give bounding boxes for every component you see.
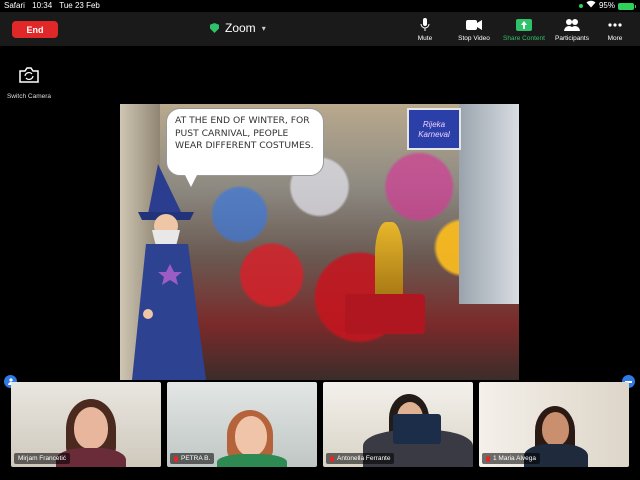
back-to-app-link[interactable]: Safari: [4, 1, 25, 10]
video-camera-icon: [449, 18, 499, 32]
participant-name: Mirjam Francetić: [14, 453, 71, 464]
battery-icon: [618, 2, 636, 10]
carnival-banner: Rijeka Karneval: [407, 108, 461, 150]
phone-in-hand: [393, 414, 441, 444]
golden-float: [375, 222, 403, 302]
participant-tile[interactable]: PETRA B.: [167, 382, 317, 467]
participant-name: Antonella Ferrante: [326, 453, 395, 464]
meeting-toolbar: End Zoom ▾ Mute Stop Video Share Content…: [0, 12, 640, 46]
wifi-icon: [586, 0, 596, 12]
more-label: More: [607, 35, 623, 42]
participant-tile[interactable]: Antonella Ferrante: [323, 382, 473, 467]
share-content-button[interactable]: Share Content: [499, 18, 549, 42]
muted-mic-icon: [174, 455, 178, 462]
muted-mic-icon: [330, 455, 334, 462]
stop-video-button[interactable]: Stop Video: [449, 18, 499, 42]
status-date: Tue 23 Feb: [59, 1, 100, 10]
microphone-icon: [400, 18, 450, 32]
speech-bubble: At the end of winter, for Pust carnival,…: [166, 108, 324, 187]
chevron-down-icon: ▾: [261, 23, 266, 33]
participant-name-label: 1 Maria Alvega: [493, 455, 536, 462]
switch-camera-label: Switch Camera: [6, 93, 52, 100]
share-screen-icon: [499, 18, 549, 32]
camera-in-use-indicator: [578, 4, 583, 8]
mute-label: Mute: [417, 35, 433, 42]
stop-video-label: Stop Video: [458, 35, 490, 42]
building-right: [459, 104, 519, 304]
muted-mic-icon: [486, 455, 490, 462]
switch-camera-button[interactable]: Switch Camera: [6, 64, 52, 100]
participant-name-label: PETRA B.: [181, 455, 211, 462]
encryption-shield-icon: [210, 23, 219, 33]
red-float: [345, 294, 425, 334]
more-button[interactable]: More: [590, 18, 640, 42]
camera-switch-icon: [14, 64, 44, 86]
participant-name-label: Mirjam Francetić: [18, 455, 67, 462]
share-content-label: Share Content: [503, 35, 545, 42]
end-meeting-button[interactable]: End: [12, 21, 58, 38]
participant-name-label: Antonella Ferrante: [337, 455, 391, 462]
wizard-illustration: [132, 164, 206, 380]
mute-button[interactable]: Mute: [400, 18, 450, 42]
participant-tile[interactable]: Mirjam Francetić: [11, 382, 161, 467]
meeting-title-label: Zoom: [225, 21, 256, 35]
battery-percent: 95%: [598, 1, 615, 10]
status-bar: Safari 10:34 Tue 23 Feb 95%: [0, 0, 640, 12]
participant-name: PETRA B.: [170, 453, 215, 464]
meeting-title[interactable]: Zoom ▾: [210, 21, 266, 35]
status-time: 10:34: [32, 1, 53, 10]
more-dots-icon: [590, 18, 640, 32]
participant-name: 1 Maria Alvega: [482, 453, 540, 464]
participant-tile[interactable]: 1 Maria Alvega: [479, 382, 629, 467]
shared-screen[interactable]: Rijeka Karneval At the end of winter, fo…: [120, 104, 519, 380]
